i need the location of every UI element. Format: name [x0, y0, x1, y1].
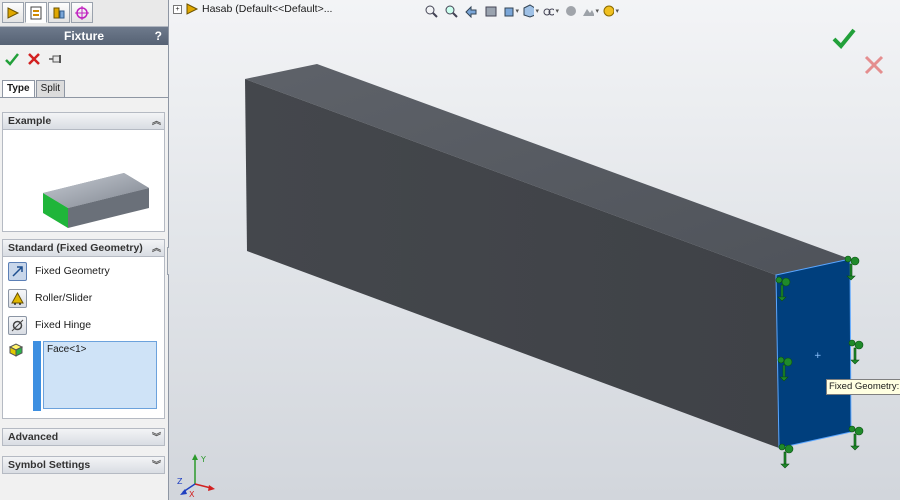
- symbol-settings-group-header[interactable]: Symbol Settings ︾: [3, 457, 164, 473]
- part-icon: [186, 3, 199, 15]
- svg-text:Z: Z: [177, 477, 183, 486]
- section-view-button[interactable]: [482, 3, 499, 19]
- property-manager-icon: [30, 6, 42, 19]
- configuration-manager-icon: [53, 7, 65, 18]
- selection-list-item[interactable]: Face<1>: [47, 344, 153, 355]
- hide-show-items-button[interactable]: ▾: [542, 3, 559, 19]
- dimxpert-icon: [75, 5, 89, 20]
- chevron-up-icon: ︽: [151, 116, 161, 126]
- apply-scene-icon: [583, 9, 595, 16]
- option-roller-slider[interactable]: Roller/Slider: [8, 288, 92, 308]
- cancel-button[interactable]: [26, 51, 42, 67]
- apply-scene-button[interactable]: ▾: [582, 3, 599, 19]
- property-manager-tab[interactable]: [25, 2, 47, 23]
- property-manager-title: Fixture: [63, 29, 104, 43]
- part-name: Hasab (Default<<Default>...: [202, 3, 333, 15]
- selection-active-bar: [33, 341, 41, 411]
- fixed-geometry-icon: [8, 261, 27, 281]
- chevron-down-icon: ︾: [151, 460, 161, 470]
- faces-selection-list[interactable]: Face<1>: [43, 341, 157, 409]
- option-fixed-geometry[interactable]: Fixed Geometry: [8, 261, 110, 281]
- manager-tabs: [0, 0, 168, 27]
- reference-triad: Y Z X: [177, 454, 215, 498]
- feature-manager-tab[interactable]: [2, 2, 24, 23]
- tab-split[interactable]: Split: [35, 80, 66, 97]
- advanced-group-header[interactable]: Advanced ︾: [3, 429, 164, 445]
- box-front-face: [245, 79, 779, 448]
- option-label: Roller/Slider: [35, 292, 93, 304]
- advanced-group-title: Advanced: [8, 431, 59, 443]
- close-icon: [864, 55, 884, 75]
- chevron-up-icon: ︽: [151, 243, 161, 253]
- roller-slider-icon: [8, 288, 27, 308]
- zoom-to-fit-button[interactable]: [422, 3, 439, 19]
- property-manager-panel: Fixture ? Type Split Example ︽ Standard …: [0, 0, 169, 500]
- selection-list-container: Face<1>: [33, 341, 160, 411]
- tab-divider: [0, 97, 168, 98]
- help-button[interactable]: ?: [155, 27, 162, 45]
- property-manager-title-bar: Fixture ?: [0, 27, 168, 45]
- part-model-view: +: [245, 64, 864, 469]
- confirm-corner-cancel-button[interactable]: [863, 54, 885, 76]
- previous-view-icon: [464, 5, 476, 18]
- view-settings-icon: [603, 5, 615, 17]
- zoom-to-fit-icon: [425, 5, 438, 18]
- display-style-icon: [523, 4, 535, 18]
- ok-button[interactable]: [4, 51, 20, 67]
- checkmark-icon: [5, 53, 19, 66]
- svg-text:+: +: [814, 351, 822, 361]
- heads-up-view-toolbar: ▾ ▾ ▾ ▾ ▾: [422, 3, 619, 19]
- selection-tooltip: Fixed Geometry:: [826, 379, 900, 395]
- symbol-settings-group: Symbol Settings ︾: [2, 456, 165, 474]
- type-tab-strip: Type Split: [2, 80, 66, 97]
- configuration-manager-tab[interactable]: [48, 2, 70, 23]
- svg-text:X: X: [189, 490, 195, 498]
- standard-fixed-geometry-group: Standard (Fixed Geometry) ︽ Fixed Geomet…: [2, 239, 165, 419]
- hide-show-items-icon: [543, 8, 555, 16]
- example-preview-image: [43, 173, 149, 228]
- selected-end-face[interactable]: +: [775, 258, 852, 449]
- svg-text:Y: Y: [200, 455, 206, 464]
- edit-appearance-icon: [565, 6, 576, 16]
- example-group-header[interactable]: Example ︽: [3, 113, 164, 130]
- expand-icon[interactable]: +: [173, 4, 182, 14]
- confirm-corner-ok-button[interactable]: [832, 27, 856, 49]
- dimxpert-tab[interactable]: [71, 2, 93, 23]
- keep-visible-button[interactable]: [48, 51, 64, 67]
- fixed-hinge-icon: [8, 315, 27, 335]
- zoom-to-area-button[interactable]: [442, 3, 459, 19]
- standard-group-title: Standard (Fixed Geometry): [8, 242, 143, 254]
- face-selection-icon: [8, 343, 24, 357]
- advanced-group: Advanced ︾: [2, 428, 165, 446]
- example-group-title: Example: [8, 115, 52, 127]
- feature-tree-flyout[interactable]: + Hasab (Default<<Default>...: [173, 2, 332, 16]
- previous-view-button[interactable]: [462, 3, 479, 19]
- checkmark-icon: [832, 28, 856, 49]
- display-style-button[interactable]: ▾: [522, 3, 539, 19]
- view-settings-button[interactable]: ▾: [602, 3, 619, 19]
- edit-appearance-button[interactable]: [562, 3, 579, 19]
- property-manager-actions: [4, 50, 64, 68]
- close-icon: [28, 53, 40, 65]
- feature-manager-icon: [7, 6, 20, 19]
- section-view-icon: [485, 6, 496, 17]
- view-orientation-icon: [504, 7, 514, 17]
- option-fixed-hinge[interactable]: Fixed Hinge: [8, 315, 91, 335]
- example-group: Example ︽: [2, 112, 165, 232]
- tab-type[interactable]: Type: [2, 80, 35, 97]
- option-label: Fixed Geometry: [35, 265, 110, 277]
- symbol-settings-group-title: Symbol Settings: [8, 459, 91, 471]
- chevron-down-icon: ︾: [151, 432, 161, 442]
- zoom-to-area-icon: [445, 5, 458, 18]
- pushpin-icon: [49, 55, 61, 63]
- standard-group-header[interactable]: Standard (Fixed Geometry) ︽: [3, 240, 164, 257]
- view-orientation-button[interactable]: ▾: [502, 3, 519, 19]
- option-label: Fixed Hinge: [35, 319, 92, 331]
- graphics-area[interactable]: + + Hasab (Default<<Default>... ▾ ▾ ▾ ▾ …: [169, 0, 900, 500]
